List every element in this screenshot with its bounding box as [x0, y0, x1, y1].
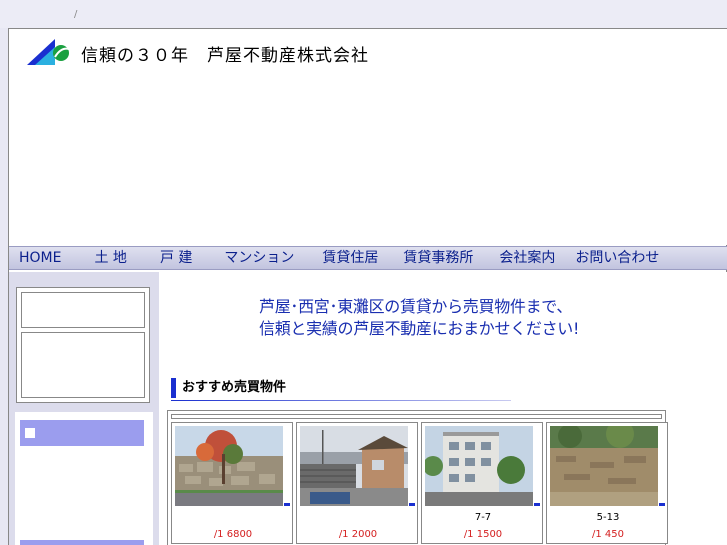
- property-photo-stone-wall[interactable]: [175, 426, 283, 506]
- company-logo-icon[interactable]: [25, 35, 71, 67]
- listing-price: /1 1500: [463, 529, 503, 540]
- header: 信頼の３０年 芦屋不動産株式会社: [9, 29, 727, 245]
- property-photo-apartment[interactable]: [425, 426, 533, 506]
- listing-card[interactable]: 7-7 /1 1500: [421, 422, 543, 544]
- sidebar-banner-bottom[interactable]: [21, 332, 145, 398]
- section-underline: [171, 400, 511, 401]
- listing-card[interactable]: /1 6800: [171, 422, 293, 544]
- sidebar: [9, 272, 159, 545]
- listing-code: 7-7: [474, 512, 492, 523]
- top-strip: /: [0, 0, 727, 28]
- nav-contact[interactable]: お問い合わせ: [575, 247, 659, 269]
- tagline-line-2: 信頼と実績の芦屋不動産におまかせください!: [259, 319, 580, 338]
- property-photo-empty-lot[interactable]: [550, 426, 658, 506]
- listing-price: /1 6800: [213, 529, 253, 540]
- listing-grid: /1 6800 /1 2000 7-7 /1 1500 5-13 /1 450: [167, 410, 668, 545]
- nav-land[interactable]: 土 地: [94, 247, 126, 269]
- listing-price: /1 450: [592, 529, 624, 540]
- listing-link-arrow-icon[interactable]: [284, 503, 290, 506]
- listing-grid-header: [171, 414, 662, 419]
- listing-row: /1 6800 /1 2000 7-7 /1 1500 5-13 /1 450: [171, 422, 668, 544]
- sidebar-banner-top[interactable]: [21, 292, 145, 328]
- nav-rental-office[interactable]: 賃貸事務所: [403, 247, 473, 269]
- listing-link-arrow-icon[interactable]: [659, 503, 665, 506]
- sidebar-banner-box: [16, 287, 150, 403]
- section-title: おすすめ売買物件: [171, 378, 286, 398]
- listing-link-arrow-icon[interactable]: [409, 503, 415, 506]
- nav-mansion[interactable]: マンション: [224, 247, 294, 269]
- nav-rental-residence[interactable]: 賃貸住居: [322, 247, 378, 269]
- sidebar-panel: [15, 412, 153, 545]
- page-frame: 信頼の３０年 芦屋不動産株式会社 HOME 土 地 戸 建 マンション 賃貸住居…: [8, 28, 727, 545]
- main-nav: HOME 土 地 戸 建 マンション 賃貸住居 賃貸事務所 会社案内 お問い合わ…: [9, 246, 727, 270]
- listing-card[interactable]: 5-13 /1 450: [546, 422, 668, 544]
- tagline: 芦屋･西宮･東灘区の賃貸から売買物件まで、 信頼と実績の芦屋不動産におまかせくだ…: [259, 296, 659, 340]
- listing-card[interactable]: /1 2000: [296, 422, 418, 544]
- nav-home[interactable]: HOME: [19, 247, 61, 269]
- site-title: 信頼の３０年 芦屋不動産株式会社: [81, 46, 369, 66]
- property-photo-rooftop-view[interactable]: [300, 426, 408, 506]
- listing-code: 5-13: [596, 512, 620, 523]
- listing-price: /1 2000: [338, 529, 378, 540]
- sidebar-menu-header-2[interactable]: [20, 540, 144, 545]
- breadcrumb: /: [74, 9, 78, 20]
- nav-company[interactable]: 会社案内: [499, 247, 555, 269]
- nav-house[interactable]: 戸 建: [160, 247, 192, 269]
- listing-link-arrow-icon[interactable]: [534, 503, 540, 506]
- bullet-square-icon: [25, 428, 35, 438]
- sidebar-menu-header[interactable]: [20, 420, 144, 446]
- tagline-line-1: 芦屋･西宮･東灘区の賃貸から売買物件まで、: [259, 297, 573, 316]
- main-content: 芦屋･西宮･東灘区の賃貸から売買物件まで、 信頼と実績の芦屋不動産におまかせくだ…: [159, 272, 727, 545]
